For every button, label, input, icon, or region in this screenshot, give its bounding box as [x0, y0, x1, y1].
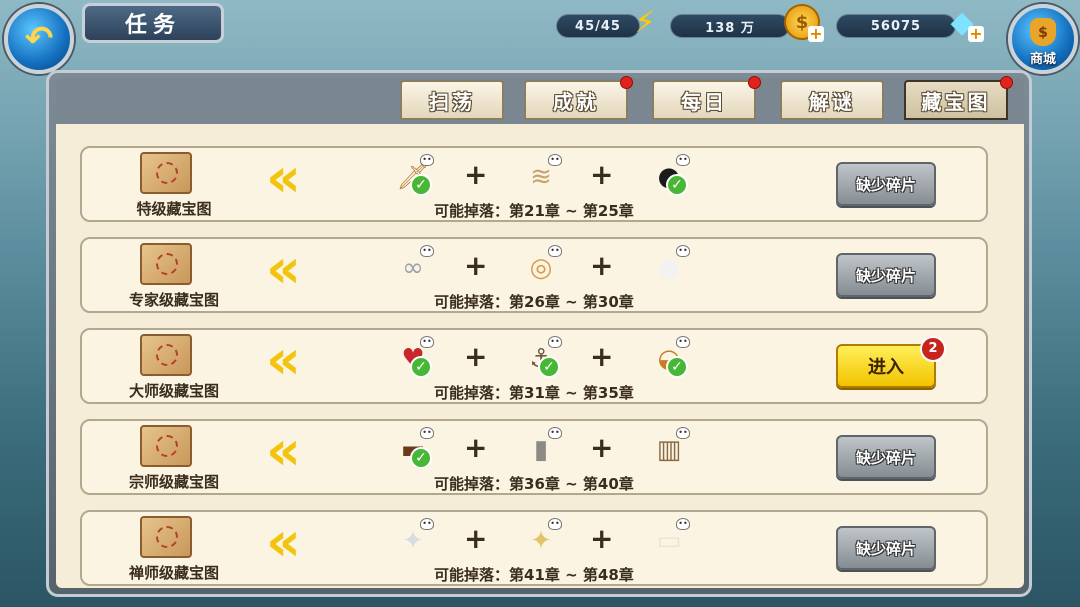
double-chevron-left-icon: « [266, 419, 301, 482]
skull-icon: •• [548, 245, 562, 257]
add-gold-button[interactable]: + [808, 26, 824, 42]
skull-icon: •• [676, 518, 690, 530]
skull-icon: •• [420, 427, 434, 439]
top-bar: ↶ 任务 45/45 ⚡ 138 万 $ + 56075 ◆ + $ 商城 [0, 0, 1080, 74]
shop-label: 商城 [1029, 52, 1056, 67]
fragment-slot[interactable]: ▭ •• [646, 518, 692, 562]
treasure-map-icon [140, 243, 192, 285]
double-chevron-left-icon: « [266, 146, 301, 209]
treasure-map-row: 禅师级藏宝图 « ✦ •• ✦ •• ▭ •• + + 可能掉落：第41章 ~ 第48章 缺少碎片 [80, 510, 988, 586]
skull-icon: •• [548, 336, 562, 348]
shop-button[interactable]: $ 商城 [1008, 4, 1078, 74]
skull-icon: •• [420, 245, 434, 257]
checkmark-icon: ✓ [410, 174, 432, 196]
diamond-counter: 56075 [836, 14, 956, 38]
treasure-map-icon [140, 516, 192, 558]
drop-range-text: 可能掉落：第31章 ~ 第35章 [434, 384, 634, 402]
tab-puzzle[interactable]: 解谜 [780, 80, 884, 120]
missing-fragments-button[interactable]: 缺少碎片 [836, 526, 936, 570]
plus-icon: + [590, 249, 614, 282]
fragment-slot[interactable]: ◎ •• [518, 245, 564, 289]
plus-icon: + [464, 158, 488, 191]
fragment-slot[interactable]: ▮ •• [518, 427, 564, 471]
map-name: 禅师级藏宝图 [128, 564, 219, 582]
gold-counter: 138 万 [670, 14, 790, 38]
back-button[interactable]: ↶ [4, 4, 74, 74]
plus-icon: + [464, 340, 488, 373]
count-badge: 2 [920, 336, 946, 362]
notification-dot [748, 76, 761, 89]
treasure-map-row: 特级藏宝图«🗡••✓≋••●••✓++可能掉落：第21章 ~ 第25章缺少碎片 [80, 146, 988, 222]
treasure-map-row: 大师级藏宝图«♥••✓⚓••✓◒••✓++可能掉落：第31章 ~ 第35章进入2 [80, 328, 988, 404]
fragment-slot[interactable]: ✦ •• [390, 518, 436, 562]
treasure-map-row: 专家级藏宝图 « ∞ •• ◎ •• ● •• + + 可能掉落：第26章 ~ 第30章 缺少碎片 [80, 237, 988, 313]
drop-range-text: 可能掉落：第36章 ~ 第40章 [434, 475, 634, 493]
tab-treasure-map[interactable]: 藏宝图 [904, 80, 1008, 120]
double-chevron-left-icon: « [266, 328, 301, 391]
plus-icon: + [464, 249, 488, 282]
tab-achievement[interactable]: 成就 [524, 80, 628, 120]
checkmark-icon: ✓ [410, 447, 432, 469]
tab-sweep[interactable]: 扫荡 [400, 80, 504, 120]
double-chevron-left-icon: « [266, 510, 301, 573]
drop-range-text: 可能掉落：第26章 ~ 第30章 [434, 293, 634, 311]
double-chevron-left-icon: « [266, 237, 301, 300]
plus-icon: + [464, 431, 488, 464]
checkmark-icon: ✓ [666, 356, 688, 378]
checkmark-icon: ✓ [666, 174, 688, 196]
plus-icon: + [464, 522, 488, 555]
treasure-map-icon [140, 425, 192, 467]
map-name: 特级藏宝图 [136, 200, 212, 218]
missing-fragments-button[interactable]: 缺少碎片 [836, 253, 936, 297]
checkmark-icon: ✓ [410, 356, 432, 378]
fragment-slot[interactable]: ♥••✓ [390, 336, 436, 380]
fragment-slot[interactable]: ◒••✓ [646, 336, 692, 380]
fragment-slot[interactable]: ▬••✓ [390, 427, 436, 471]
skull-icon: •• [548, 518, 562, 530]
tab-daily[interactable]: 每日 [652, 80, 756, 120]
skull-icon: •• [548, 427, 562, 439]
fragment-slot[interactable]: ● •• [646, 245, 692, 289]
plus-icon: + [590, 158, 614, 191]
skull-icon: •• [676, 154, 690, 166]
skull-icon: •• [420, 154, 434, 166]
notification-dot [620, 76, 633, 89]
fragment-slot[interactable]: ✦ •• [518, 518, 564, 562]
page-title: 任务 [82, 3, 224, 43]
skull-icon: •• [420, 336, 434, 348]
fragment-slot[interactable]: ⚓••✓ [518, 336, 564, 380]
map-name: 专家级藏宝图 [128, 291, 219, 309]
lightning-icon: ⚡ [634, 4, 656, 40]
map-name: 大师级藏宝图 [128, 382, 219, 400]
arrow-back-icon: ↶ [24, 19, 54, 59]
notification-dot [1000, 76, 1013, 89]
fragment-slot[interactable]: 🗡••✓ [390, 154, 436, 198]
fragment-slot[interactable]: ∞ •• [390, 245, 436, 289]
plus-icon: + [590, 431, 614, 464]
add-diamond-button[interactable]: + [968, 26, 984, 42]
skull-icon: •• [676, 245, 690, 257]
fragment-slot[interactable]: ●••✓ [646, 154, 692, 198]
skull-icon: •• [676, 336, 690, 348]
missing-fragments-button[interactable]: 缺少碎片 [836, 435, 936, 479]
drop-range-text: 可能掉落：第21章 ~ 第25章 [434, 202, 634, 220]
map-name: 宗师级藏宝图 [128, 473, 219, 491]
plus-icon: + [590, 340, 614, 373]
plus-icon: + [590, 522, 614, 555]
fragment-slot[interactable]: ≋ •• [518, 154, 564, 198]
checkmark-icon: ✓ [538, 356, 560, 378]
drop-range-text: 可能掉落：第41章 ~ 第48章 [434, 566, 634, 584]
skull-icon: •• [676, 427, 690, 439]
money-bag-icon: $ [1030, 18, 1056, 46]
fragment-slot[interactable]: ▥ •• [646, 427, 692, 471]
skull-icon: •• [548, 154, 562, 166]
treasure-map-row: 宗师级藏宝图«▬••✓▮••▥••++可能掉落：第36章 ~ 第40章缺少碎片 [80, 419, 988, 495]
missing-fragments-button[interactable]: 缺少碎片 [836, 162, 936, 206]
treasure-map-icon [140, 334, 192, 376]
skull-icon: •• [420, 518, 434, 530]
treasure-map-icon [140, 152, 192, 194]
